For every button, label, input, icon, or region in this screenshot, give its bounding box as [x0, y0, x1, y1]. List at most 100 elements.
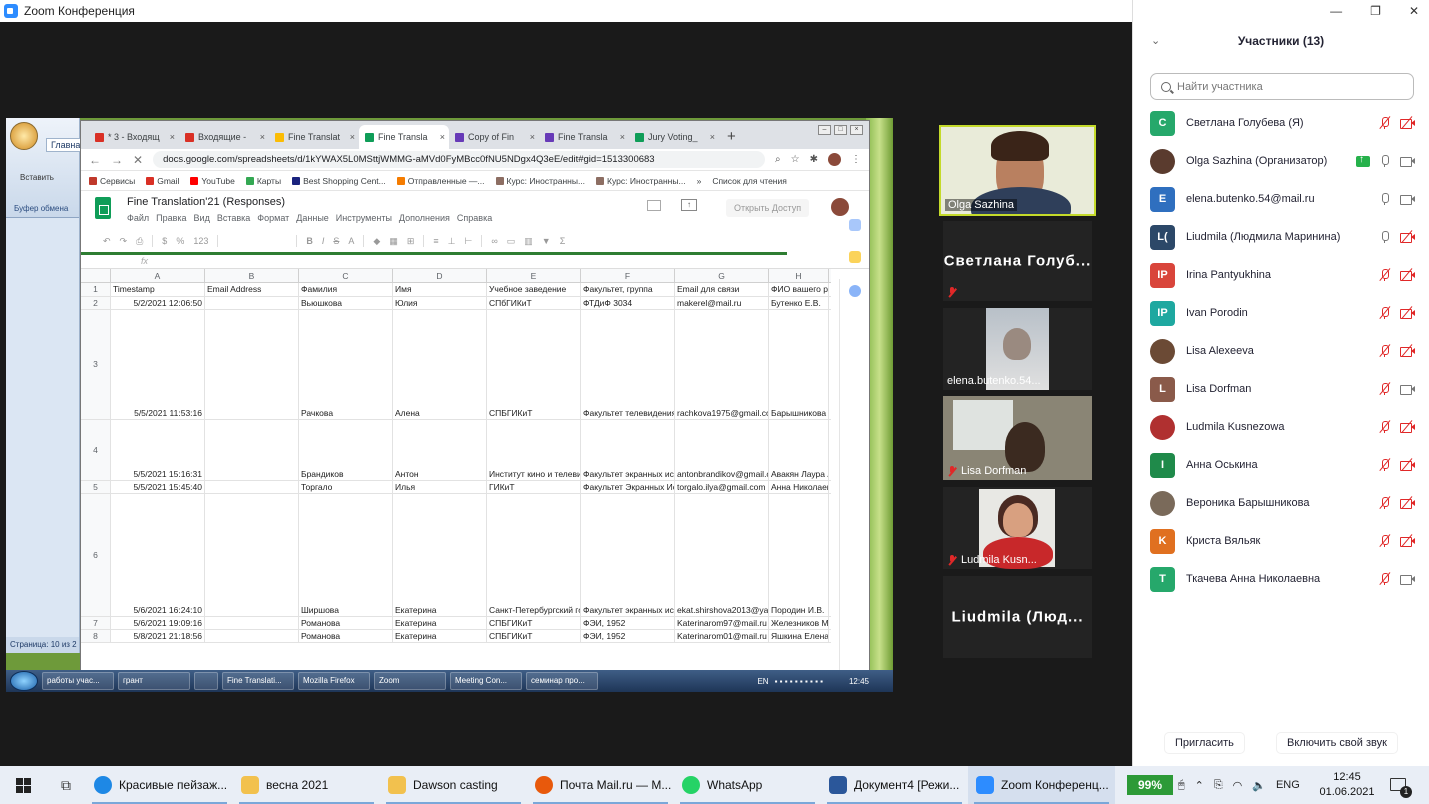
participant-row[interactable]: Olga Sazhina (Организатор): [1133, 142, 1429, 180]
participant-status-icons: [1378, 306, 1416, 320]
participant-status-icons: [1378, 116, 1416, 130]
participant-row[interactable]: Eelena.butenko.54@mail.ru: [1133, 180, 1429, 218]
bookmarks-more: »: [696, 175, 702, 186]
taskbar-app[interactable]: Zoom Конференц...: [968, 766, 1115, 804]
column-letter: C: [299, 269, 393, 282]
video-tile-svetlana[interactable]: Светлана Голуб...: [943, 221, 1092, 301]
participant-face: [1003, 503, 1033, 537]
table-cell: ФЭИ, 1952: [581, 630, 675, 642]
table-cell: 5/2/2021 12:06:50: [111, 297, 205, 309]
text-color-icon: A: [348, 236, 355, 246]
chrome-window-controls: – □ ×: [818, 125, 863, 135]
tab-close-icon: ×: [709, 132, 715, 142]
table-cell: Яшкина Елена: [771, 630, 829, 642]
wifi-icon[interactable]: ◠: [1233, 779, 1243, 792]
table-row: 5 5/5/2021 15:45:40 Торгало Илья ГИКиТ Факуль…: [81, 481, 831, 494]
video-tile-lisa[interactable]: Lisa Dorfman: [943, 396, 1092, 480]
mic-icon: [1378, 192, 1392, 206]
start-button[interactable]: [0, 766, 46, 804]
taskbar-app-label: Красивые пейзаж...: [119, 778, 228, 792]
participant-row[interactable]: IP Ivan Porodin: [1133, 294, 1429, 332]
comment-add-icon: ▭: [506, 235, 516, 246]
taskbar-app-label: Документ4 [Режи...: [854, 778, 960, 792]
tile-name: Olga Sazhina: [948, 199, 1015, 211]
participant-row[interactable]: Вероника Барышникова: [1133, 484, 1429, 522]
table-cell: 5/5/2021 11:53:16: [111, 310, 205, 419]
language-indicator[interactable]: ENG: [1276, 779, 1300, 791]
header-cell: Timestamp: [111, 283, 205, 296]
close-icon: ×: [850, 125, 863, 135]
taskbar-app[interactable]: Документ4 [Режи...: [821, 766, 968, 804]
video-tile-olga[interactable]: Olga Sazhina: [939, 125, 1096, 216]
mic-muted-icon: [1378, 306, 1392, 320]
app-icon: [388, 776, 406, 794]
volume-icon[interactable]: 🔈: [1252, 779, 1266, 792]
participant-row[interactable]: Lisa Alexeeva: [1133, 332, 1429, 370]
participant-name: Ludmila Kusnezowa: [1186, 421, 1285, 433]
participant-row[interactable]: T Ткачева Анна Николаевна: [1133, 560, 1429, 598]
bookmark-label: Курс: Иностранны...: [607, 175, 686, 186]
column-letter: H: [769, 269, 829, 282]
tray-icons: ▪ ▪ ▪ ▪ ▪ ▪ ▪ ▪ ▪ ▪: [774, 676, 823, 686]
participant-name: Вероника Барышникова: [1186, 497, 1310, 509]
app-icon: [976, 776, 994, 794]
participant-status-icons: [1378, 496, 1416, 510]
tab-favicon-icon: [545, 132, 554, 142]
task-view-icon[interactable]: ⧉: [46, 777, 86, 794]
table-cell: [205, 310, 299, 419]
video-tile-elena[interactable]: elena.butenko.54...: [943, 308, 1092, 390]
participant-row[interactable]: K Криста Вяльяк: [1133, 522, 1429, 560]
participant-row[interactable]: IP Irina Pantyukhina: [1133, 256, 1429, 294]
participant-name: Ткачева Анна Николаевна: [1186, 573, 1321, 585]
video-tile-ludmila[interactable]: Ludmila Kusn...: [943, 487, 1092, 569]
participant-row[interactable]: Ludmila Kusnezowa: [1133, 408, 1429, 446]
taskbar-app[interactable]: WhatsApp: [674, 766, 821, 804]
close-button[interactable]: ✕: [1409, 4, 1419, 18]
invite-button[interactable]: Пригласить: [1164, 732, 1245, 754]
video-tile-liudmila[interactable]: Liudmila (Люд...: [943, 576, 1092, 658]
participant-search[interactable]: [1150, 73, 1414, 100]
taskbar-app[interactable]: Почта Mail.ru — M...: [527, 766, 674, 804]
taskbar-app[interactable]: Красивые пейзаж...: [86, 766, 233, 804]
minimize-button[interactable]: —: [1330, 4, 1342, 18]
clock[interactable]: 12:45 01.06.2021: [1318, 770, 1376, 800]
maximize-button[interactable]: ❐: [1370, 4, 1381, 18]
battery-badge[interactable]: 99%: [1127, 775, 1173, 795]
start-orb-icon: [10, 671, 38, 691]
bookmark-icon: [245, 176, 254, 185]
participant-avatar: L: [1150, 376, 1175, 402]
taskbar-app[interactable]: весна 2021: [233, 766, 380, 804]
participant-row[interactable]: L(Liudmila (Людмила Маринина): [1133, 218, 1429, 256]
mouse-icon[interactable]: 🖱: [1178, 779, 1185, 792]
profile-avatar: [828, 153, 841, 166]
table-cell: Санкт-Петербургский го: [487, 494, 581, 616]
video-icon: [1400, 572, 1416, 586]
participant-row[interactable]: I Анна Оськина: [1133, 446, 1429, 484]
corner-cell: [81, 269, 111, 282]
shared-taskbar-item: [194, 672, 218, 690]
tile-name: Lisa Dorfman: [961, 465, 1027, 477]
show-hidden-icon[interactable]: ⌃: [1195, 779, 1204, 792]
video-off-icon: [1400, 496, 1416, 510]
table-cell: Екатерина: [393, 617, 487, 629]
participant-row[interactable]: L Lisa Dorfman: [1133, 370, 1429, 408]
participant-row[interactable]: С Светлана Голубева (Я): [1133, 104, 1429, 142]
unmute-self-button[interactable]: Включить свой звук: [1276, 732, 1398, 754]
tab-favicon-icon: [635, 132, 644, 142]
word-status: Страница: 10 из 2: [6, 637, 79, 653]
app-icon: [535, 776, 553, 794]
bookmark-label: Отправленные —...: [407, 175, 485, 186]
network-icon[interactable]: ⎘: [1214, 779, 1223, 792]
taskbar-app-label: Почта Mail.ru — M...: [560, 778, 672, 792]
notifications-icon[interactable]: 1: [1390, 778, 1412, 798]
window-title: Zoom Конференция: [24, 4, 135, 18]
table-cell: Бутенко Е.В.: [769, 297, 829, 309]
search-input[interactable]: [1177, 80, 1397, 93]
word-clipboard-label: Буфер обмена: [14, 204, 69, 213]
table-cell: 5/5/2021 15:16:31: [111, 420, 205, 480]
shared-screen[interactable]: Главна Вставить Буфер обмена Страница: 1…: [6, 118, 893, 692]
sheets-menu-item: Дополнения: [398, 213, 450, 223]
tab-favicon-icon: [95, 132, 104, 142]
taskbar-app[interactable]: Dawson casting: [380, 766, 527, 804]
tab-close-icon: ×: [529, 132, 535, 142]
